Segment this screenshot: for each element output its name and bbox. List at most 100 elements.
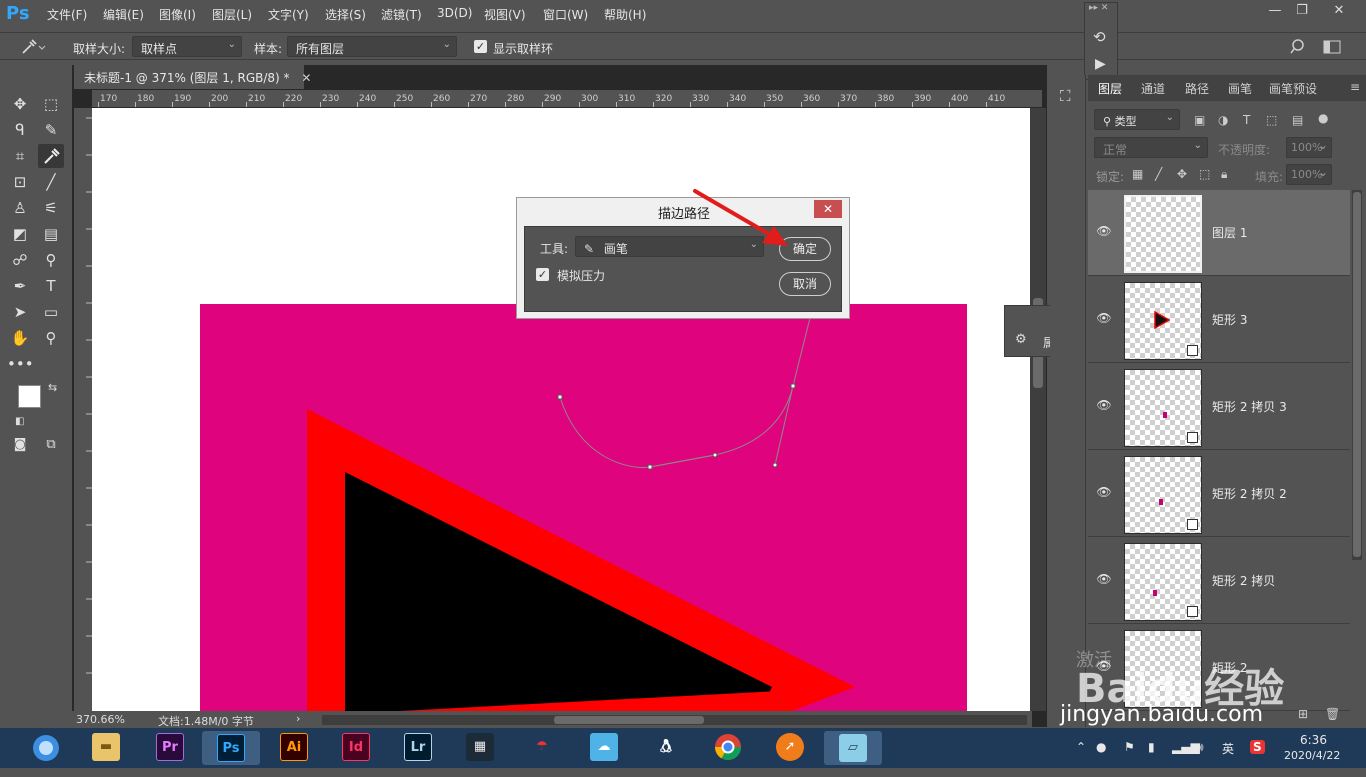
menu-image[interactable]: 图像(I)	[159, 6, 196, 23]
minimize-button[interactable]: —	[1264, 3, 1286, 21]
document-tab[interactable]: 未标题-1 @ 371% (图层 1, RGB/8) * ✕	[74, 65, 311, 89]
close-tab-icon[interactable]: ✕	[301, 71, 311, 85]
workspace-icon[interactable]	[1322, 38, 1344, 56]
sogou-ime-icon[interactable]: S	[1250, 740, 1265, 754]
simulate-pressure-checkbox[interactable]: ✓	[536, 268, 549, 281]
lasso-tool-icon[interactable]: ᑫ	[7, 118, 33, 142]
rectangle-tool-icon[interactable]: ▭	[38, 300, 64, 324]
input-method-indicator[interactable]: 英	[1222, 740, 1234, 757]
zoom-tool-icon[interactable]: ⚲	[38, 326, 64, 350]
work-path[interactable]	[550, 310, 830, 480]
eraser-tool-icon[interactable]: ◩	[7, 222, 33, 246]
show-ring-checkbox[interactable]: ✓	[474, 40, 487, 53]
status-arrow-icon[interactable]: ›	[296, 712, 300, 725]
menu-view[interactable]: 视图(V)	[484, 6, 526, 23]
layer-row[interactable]: 👁︎ 矩形 2 拷贝 2	[1088, 451, 1350, 537]
tray-expand-icon[interactable]: ⌃	[1076, 740, 1086, 754]
vertical-scrollbar[interactable]	[1030, 108, 1046, 711]
panel-menu-icon[interactable]: ≡	[1350, 80, 1360, 94]
sample-size-select[interactable]: 取样点 ⌄	[132, 36, 242, 57]
indesign-app-icon[interactable]: Id	[342, 733, 370, 761]
layer-name[interactable]: 矩形 2 拷贝 3	[1212, 398, 1287, 415]
filter-shape-icon[interactable]: ⬚	[1266, 113, 1277, 127]
dialog-close-button[interactable]: ✕	[814, 200, 842, 218]
properties-icon[interactable]: ⚙	[1015, 332, 1027, 347]
new-layer-icon[interactable]: ⊞	[1298, 707, 1308, 721]
clone-source-icon[interactable]: ⛶	[1060, 87, 1071, 105]
visibility-eye-icon[interactable]: 👁︎	[1096, 485, 1112, 499]
dodge-tool-icon[interactable]: ⚲	[38, 248, 64, 272]
layer-row[interactable]: 👁︎ 图层 1	[1088, 190, 1350, 276]
sample-select[interactable]: 所有图层 ⌄	[287, 36, 457, 57]
collapse-icon[interactable]: ▸▸ ✕	[1089, 3, 1108, 13]
path-select-tool-icon[interactable]: ➤	[7, 300, 33, 324]
quick-select-tool-icon[interactable]: ✎	[38, 118, 64, 142]
frame-tool-icon[interactable]: ⊡	[7, 170, 33, 194]
default-colors-icon[interactable]: ◧	[15, 416, 24, 427]
layer-filter-select[interactable]: ⚲ 类型 ⌄	[1094, 109, 1180, 130]
swap-colors-icon[interactable]: ⇆	[48, 381, 57, 394]
video-app-icon[interactable]: ▦	[466, 733, 494, 761]
tab-channels[interactable]: 通道	[1141, 80, 1165, 97]
umbrella-app-icon[interactable]: ☂	[528, 733, 556, 761]
illustrator-app-icon[interactable]: Ai	[280, 733, 308, 761]
chevron-down-icon[interactable]: ⌄	[1318, 138, 1328, 152]
eyedropper-tool-preset-icon[interactable]	[20, 38, 48, 56]
visibility-eye-icon[interactable]: 👁︎	[1096, 224, 1112, 238]
menu-3d[interactable]: 3D(D)	[437, 6, 472, 20]
type-tool-icon[interactable]: T	[38, 274, 64, 298]
delete-layer-icon[interactable]: 🗑︎	[1325, 707, 1340, 721]
crop-tool-icon[interactable]: ⌗	[7, 144, 33, 168]
tray-qq-icon[interactable]: ●	[1096, 740, 1106, 754]
tab-layers[interactable]: 图层	[1098, 80, 1122, 97]
filter-type-icon[interactable]: T	[1243, 113, 1250, 127]
marquee-tool-icon[interactable]: ⬚	[38, 92, 64, 116]
menu-edit[interactable]: 编辑(E)	[103, 6, 144, 23]
lightroom-app-icon[interactable]: Lr	[404, 733, 432, 761]
layer-row[interactable]: 👁︎ 矩形 2 拷贝	[1088, 538, 1350, 624]
lock-pixels-icon[interactable]: ╱	[1155, 167, 1162, 181]
blend-mode-select[interactable]: 正常 ⌄	[1094, 137, 1208, 158]
tab-paths[interactable]: 路径	[1185, 80, 1209, 97]
layer-row[interactable]: 👁︎ 矩形 3	[1088, 277, 1350, 363]
premiere-app-icon[interactable]: Pr	[156, 733, 184, 761]
restore-button[interactable]: ❐	[1291, 3, 1313, 21]
photoshop-taskbar-item[interactable]: Ps	[202, 731, 260, 765]
layer-name[interactable]: 图层 1	[1212, 224, 1247, 241]
filter-adjust-icon[interactable]: ◑	[1218, 113, 1228, 127]
actions-play-icon[interactable]: ▶	[1095, 56, 1106, 72]
smudge-tool-icon[interactable]: ☍	[7, 248, 33, 272]
tray-battery-icon[interactable]: ▮	[1148, 740, 1155, 754]
stamp-tool-icon[interactable]: ♙	[7, 196, 33, 220]
layer-row[interactable]: 👁︎ 矩形 2	[1088, 625, 1350, 711]
start-button[interactable]	[24, 731, 68, 765]
pen-tool-icon[interactable]: ✒	[7, 274, 33, 298]
chat-app-icon[interactable]: ☁	[590, 733, 618, 761]
scroll-thumb[interactable]	[1353, 192, 1361, 557]
tray-volume-icon[interactable]: 🔊︎	[1196, 740, 1204, 755]
filter-toggle-icon[interactable]: ●	[1318, 111, 1328, 125]
horizontal-scrollbar[interactable]	[322, 715, 1027, 725]
layer-row[interactable]: 👁︎ 矩形 2 拷贝 3	[1088, 364, 1350, 450]
menu-select[interactable]: 选择(S)	[325, 6, 366, 23]
brush-tool-icon[interactable]: ╱	[38, 170, 64, 194]
lock-artboard-icon[interactable]: ⬚	[1199, 167, 1210, 181]
menu-layer[interactable]: 图层(L)	[212, 6, 252, 23]
filter-pixel-icon[interactable]: ▣	[1194, 113, 1205, 127]
more-tools-icon[interactable]: •••	[7, 352, 34, 376]
history-brush-tool-icon[interactable]: ⚟	[38, 196, 64, 220]
lock-all-icon[interactable]: 🔒︎	[1221, 167, 1227, 182]
move-tool-icon[interactable]: ✥	[7, 92, 33, 116]
browser-app-icon[interactable]: ➚	[776, 733, 804, 761]
menu-filter[interactable]: 滤镜(T)	[381, 6, 422, 23]
clock-time[interactable]: 6:36	[1300, 733, 1327, 747]
tab-brush-presets[interactable]: 画笔预设	[1269, 80, 1317, 97]
visibility-eye-icon[interactable]: 👁︎	[1096, 572, 1112, 586]
layers-scrollbar[interactable]	[1352, 190, 1362, 560]
chevron-down-icon[interactable]: ⌄	[1318, 165, 1328, 179]
hand-tool-icon[interactable]: ✋	[7, 326, 33, 350]
menu-type[interactable]: 文字(Y)	[268, 6, 309, 23]
layer-name[interactable]: 矩形 2	[1212, 659, 1247, 676]
visibility-eye-icon[interactable]: 👁︎	[1096, 398, 1112, 412]
history-icon[interactable]: ⟲	[1093, 28, 1106, 46]
